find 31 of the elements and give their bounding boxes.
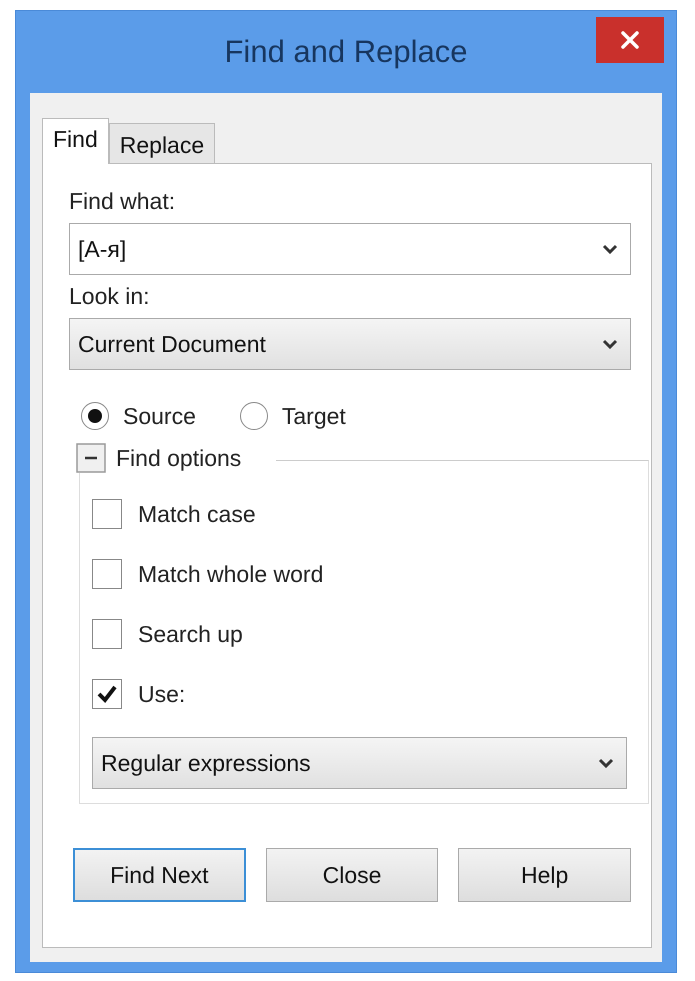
close-icon xyxy=(621,31,639,49)
checkmark-icon xyxy=(96,684,118,704)
find-what-combobox[interactable]: [A-я] xyxy=(69,223,631,275)
checkbox[interactable] xyxy=(92,559,122,589)
close-button[interactable] xyxy=(596,17,664,63)
dialog-button[interactable]: Find Next xyxy=(73,848,246,902)
checkbox[interactable] xyxy=(92,679,122,709)
tab[interactable]: Find xyxy=(42,118,109,164)
group-title: Find options xyxy=(116,444,242,472)
chevron-down-icon xyxy=(602,243,618,255)
radio-label: Source xyxy=(123,402,196,430)
collapse-toggle-icon[interactable] xyxy=(76,443,106,473)
chevron-down-icon xyxy=(598,757,614,769)
field-label: Look in: xyxy=(69,283,151,310)
dialog-button[interactable]: Close xyxy=(266,848,438,902)
checkbox-label: Use: xyxy=(138,680,186,708)
radio-label: Target xyxy=(282,402,346,430)
checkbox-label: Match whole word xyxy=(138,560,324,588)
tab[interactable]: Replace xyxy=(108,123,216,163)
look-in-dropdown[interactable]: Current Document xyxy=(69,318,631,370)
chevron-down-icon xyxy=(602,338,618,350)
checkbox-label: Match case xyxy=(138,500,256,528)
checkbox[interactable] xyxy=(92,619,122,649)
search-mode-dropdown[interactable]: Regular expressions xyxy=(92,737,627,789)
checkbox[interactable] xyxy=(92,499,122,529)
window-title: Find and Replace xyxy=(224,34,468,70)
checkbox-label: Search up xyxy=(138,620,243,648)
radio-button[interactable] xyxy=(240,402,268,430)
dialog-button[interactable]: Help xyxy=(458,848,631,902)
radio-button[interactable] xyxy=(81,402,109,430)
field-label: Find what: xyxy=(69,188,176,215)
